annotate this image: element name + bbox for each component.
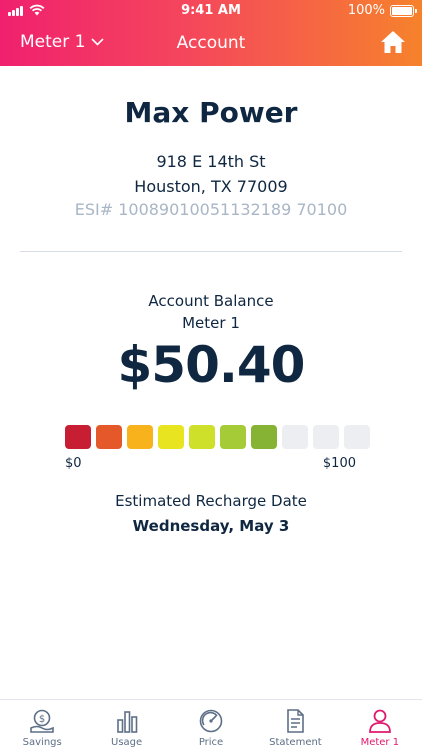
status-bar: 9:41 AM 100% (0, 0, 422, 22)
balance-segment (313, 425, 339, 449)
balance-label: Account Balance (148, 292, 274, 310)
tab-label: Statement (269, 737, 322, 748)
home-icon[interactable] (380, 30, 406, 54)
balance-segment (251, 425, 277, 449)
balance-segment (96, 425, 122, 449)
balance-segment (127, 425, 153, 449)
tab-bar: $ Savings Usage Price Statement Meter 1 (0, 699, 422, 750)
balance-amount: $50.40 (117, 336, 306, 394)
balance-segment (344, 425, 370, 449)
tab-savings[interactable]: $ Savings (0, 700, 84, 750)
divider (20, 251, 402, 252)
balance-segment (65, 425, 91, 449)
tab-label: Usage (111, 737, 143, 748)
balance-max-label: $100 (322, 456, 356, 471)
tab-label: Price (198, 737, 224, 748)
meter-selector[interactable]: Meter 1 (20, 32, 105, 52)
tab-price[interactable]: Price (169, 700, 253, 750)
tab-label: Savings (22, 737, 62, 748)
recharge-date: Wednesday, May 3 (132, 517, 290, 535)
tab-meter-1[interactable]: Meter 1 (338, 700, 422, 750)
person-icon (368, 709, 391, 733)
balance-meter-label: Meter 1 (182, 314, 240, 332)
savings-icon: $ (30, 709, 55, 733)
price-icon (199, 709, 223, 733)
tab-label: Meter 1 (360, 737, 400, 748)
app-header: 9:41 AM 100% Meter 1 Account (0, 0, 422, 66)
balance-level-bar (65, 425, 370, 449)
tab-statement[interactable]: Statement (253, 700, 337, 750)
status-right: 100% (347, 3, 417, 18)
tab-usage[interactable]: Usage (84, 700, 168, 750)
meter-selector-label: Meter 1 (20, 32, 86, 52)
balance-segment (189, 425, 215, 449)
balance-segment (282, 425, 308, 449)
balance-segment (220, 425, 246, 449)
battery-icon (390, 4, 417, 17)
chevron-down-icon (91, 38, 105, 46)
balance-min-label: $0 (65, 456, 82, 471)
balance-segment (158, 425, 184, 449)
address-line-1: 918 E 14th St (156, 152, 266, 171)
statement-icon (287, 709, 305, 733)
address-line-2: Houston, TX 77009 (134, 177, 288, 196)
recharge-label: Estimated Recharge Date (115, 492, 307, 510)
account-holder-name: Max Power (124, 96, 298, 129)
battery-percent: 100% (347, 3, 385, 18)
svg-text:$: $ (39, 714, 45, 725)
nav-bar: Meter 1 Account (0, 26, 422, 62)
usage-icon (116, 711, 137, 733)
esi-number: ESI# 10089010051132189 70100 (74, 200, 348, 219)
